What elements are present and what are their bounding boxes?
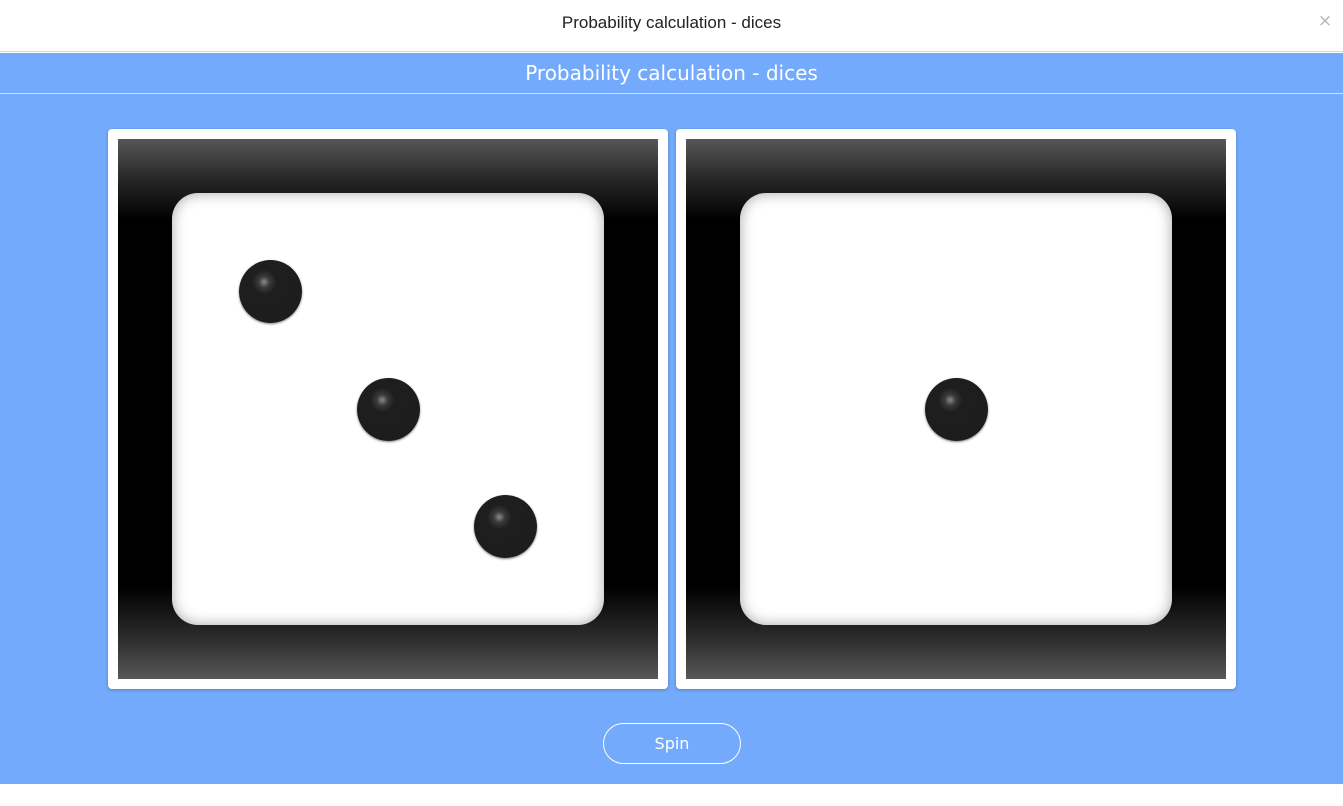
die-pip — [356, 377, 420, 441]
dice-frame — [686, 139, 1226, 679]
page-title: Probability calculation - dices — [525, 61, 818, 85]
dice-card-2 — [676, 129, 1236, 689]
die-pip — [473, 494, 537, 558]
dice-card-1 — [108, 129, 668, 689]
die-face-1 — [172, 193, 604, 625]
window-titlebar: Probability calculation - dices × — [0, 0, 1343, 52]
die-face-2 — [740, 193, 1172, 625]
close-icon[interactable]: × — [1315, 9, 1335, 33]
app-panel: Probability calculation - dices Spin — [0, 53, 1343, 784]
spin-button[interactable]: Spin — [603, 723, 741, 764]
die-pip — [238, 259, 302, 323]
dice-frame — [118, 139, 658, 679]
die-pip — [924, 377, 988, 441]
window-title: Probability calculation - dices — [561, 13, 782, 32]
app-header: Probability calculation - dices — [0, 53, 1343, 94]
